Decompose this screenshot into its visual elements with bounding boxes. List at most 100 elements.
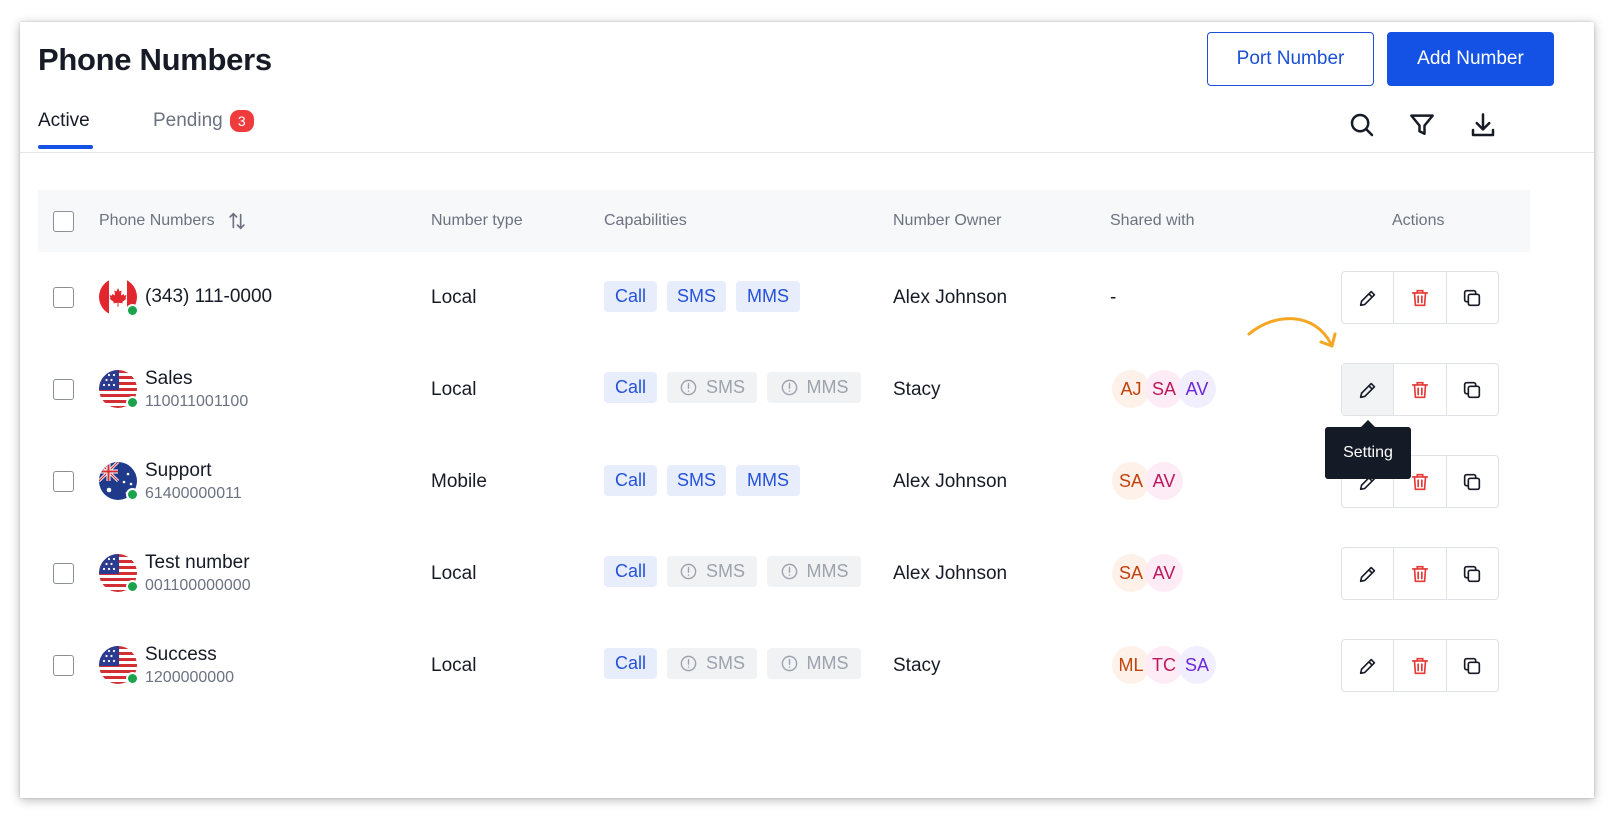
avatar: AV — [1145, 554, 1183, 592]
copy-button[interactable] — [1447, 364, 1498, 415]
delete-icon — [1411, 657, 1429, 674]
phone-number-value: 001100000000 — [145, 577, 251, 594]
capability-sms-disabled: SMS — [667, 372, 757, 403]
delete-icon — [1411, 473, 1429, 490]
phone-number-value: 61400000011 — [145, 485, 242, 502]
row-checkbox[interactable] — [53, 379, 74, 400]
edit-button[interactable] — [1342, 640, 1395, 691]
row-actions — [1341, 547, 1499, 600]
table-row: Success 1200000000 Local Call SMS MMS St… — [38, 619, 1530, 711]
avatar: AV — [1145, 462, 1183, 500]
active-tab-indicator — [38, 145, 93, 149]
table-row: Support 61400000011 Mobile Call SMS MMS … — [38, 435, 1530, 527]
capability-sms-disabled: SMS — [667, 556, 757, 587]
row-checkbox[interactable] — [53, 655, 74, 676]
info-circle-icon — [781, 655, 797, 672]
avatar: AV — [1178, 370, 1216, 408]
copy-button[interactable] — [1447, 272, 1498, 323]
capability-call: Call — [604, 648, 657, 679]
online-status-dot — [126, 580, 139, 593]
filter-icon[interactable] — [1407, 110, 1437, 140]
sort-icon[interactable] — [226, 210, 248, 232]
row-checkbox[interactable] — [53, 471, 74, 492]
phone-numbers-panel: Phone Numbers Port Number Add Number Act… — [20, 22, 1594, 798]
phone-number-value: 1200000000 — [145, 669, 234, 686]
capability-mms-label: MMS — [806, 561, 849, 581]
usa-flag-icon — [99, 370, 139, 409]
capability-mms-label: MMS — [806, 377, 849, 397]
edit-icon — [1359, 566, 1375, 582]
header-actions: Actions — [1392, 212, 1445, 229]
usa-flag-icon — [99, 646, 139, 685]
phone-number-title: Success — [145, 644, 217, 665]
capability-call: Call — [604, 372, 657, 403]
delete-icon — [1411, 381, 1429, 398]
copy-button[interactable] — [1447, 456, 1498, 507]
header-phone-numbers: Phone Numbers — [99, 212, 215, 229]
number-type: Local — [431, 563, 477, 584]
delete-button[interactable] — [1394, 272, 1447, 323]
copy-button[interactable] — [1447, 548, 1498, 599]
row-actions — [1341, 639, 1499, 692]
info-circle-icon — [680, 379, 697, 396]
header-shared-with: Shared with — [1110, 212, 1195, 229]
delete-button[interactable] — [1394, 548, 1447, 599]
shared-with-empty: - — [1110, 287, 1117, 308]
tab-pending[interactable]: Pending 3 — [153, 110, 254, 132]
online-status-dot — [126, 488, 139, 501]
number-type: Local — [431, 655, 477, 676]
delete-button[interactable] — [1394, 640, 1447, 691]
delete-icon — [1411, 565, 1429, 582]
capability-sms: SMS — [667, 281, 726, 312]
phone-number-title: Support — [145, 460, 212, 481]
table-header: Phone Numbers Number type Capabilities N… — [38, 190, 1530, 252]
number-type: Local — [431, 379, 477, 400]
pending-count-badge: 3 — [229, 110, 254, 132]
avatar: SA — [1178, 646, 1216, 684]
select-all-checkbox[interactable] — [53, 211, 74, 232]
delete-button[interactable] — [1394, 364, 1447, 415]
capability-mms: MMS — [736, 465, 800, 496]
row-checkbox[interactable] — [53, 287, 74, 308]
number-owner: Alex Johnson — [893, 287, 1008, 308]
row-actions — [1341, 363, 1499, 416]
capability-sms-label: SMS — [705, 653, 745, 673]
annotation-arrow-icon — [1247, 317, 1337, 348]
capability-call: Call — [604, 465, 657, 496]
copy-icon — [1464, 381, 1481, 398]
port-number-button[interactable]: Port Number — [1207, 32, 1374, 86]
edit-button[interactable] — [1342, 272, 1395, 323]
row-checkbox[interactable] — [53, 563, 74, 584]
usa-flag-icon — [99, 554, 139, 593]
number-owner: Alex Johnson — [893, 471, 1008, 492]
canada-flag-icon — [99, 278, 139, 317]
number-owner: Alex Johnson — [893, 563, 1008, 584]
capability-mms-disabled: MMS — [767, 372, 861, 403]
tab-active[interactable]: Active — [38, 110, 90, 132]
table-row: Test number 001100000000 Local Call SMS … — [38, 527, 1530, 619]
capability-sms-label: SMS — [705, 561, 745, 581]
header-capabilities: Capabilities — [604, 212, 687, 229]
edit-button[interactable] — [1342, 364, 1395, 415]
info-circle-icon — [781, 379, 797, 396]
header-number-type: Number type — [431, 212, 523, 229]
search-icon[interactable] — [1347, 110, 1377, 140]
edit-button[interactable] — [1342, 548, 1395, 599]
number-type: Local — [431, 287, 477, 308]
phone-number-title: (343) 111-0000 — [145, 286, 273, 307]
setting-tooltip: Setting — [1325, 420, 1411, 479]
number-type: Mobile — [431, 471, 487, 492]
number-owner: Stacy — [893, 379, 941, 400]
copy-button[interactable] — [1447, 640, 1498, 691]
tab-pending-label: Pending — [153, 110, 223, 131]
phone-number-value: 110011001100 — [145, 393, 249, 410]
add-number-button[interactable]: Add Number — [1387, 32, 1554, 86]
info-circle-icon — [781, 563, 797, 580]
edit-icon — [1359, 658, 1375, 674]
online-status-dot — [126, 396, 139, 409]
copy-icon — [1464, 473, 1481, 490]
copy-icon — [1464, 657, 1481, 674]
download-icon[interactable] — [1468, 110, 1498, 140]
capability-call: Call — [604, 556, 657, 587]
tab-divider — [20, 152, 1594, 153]
